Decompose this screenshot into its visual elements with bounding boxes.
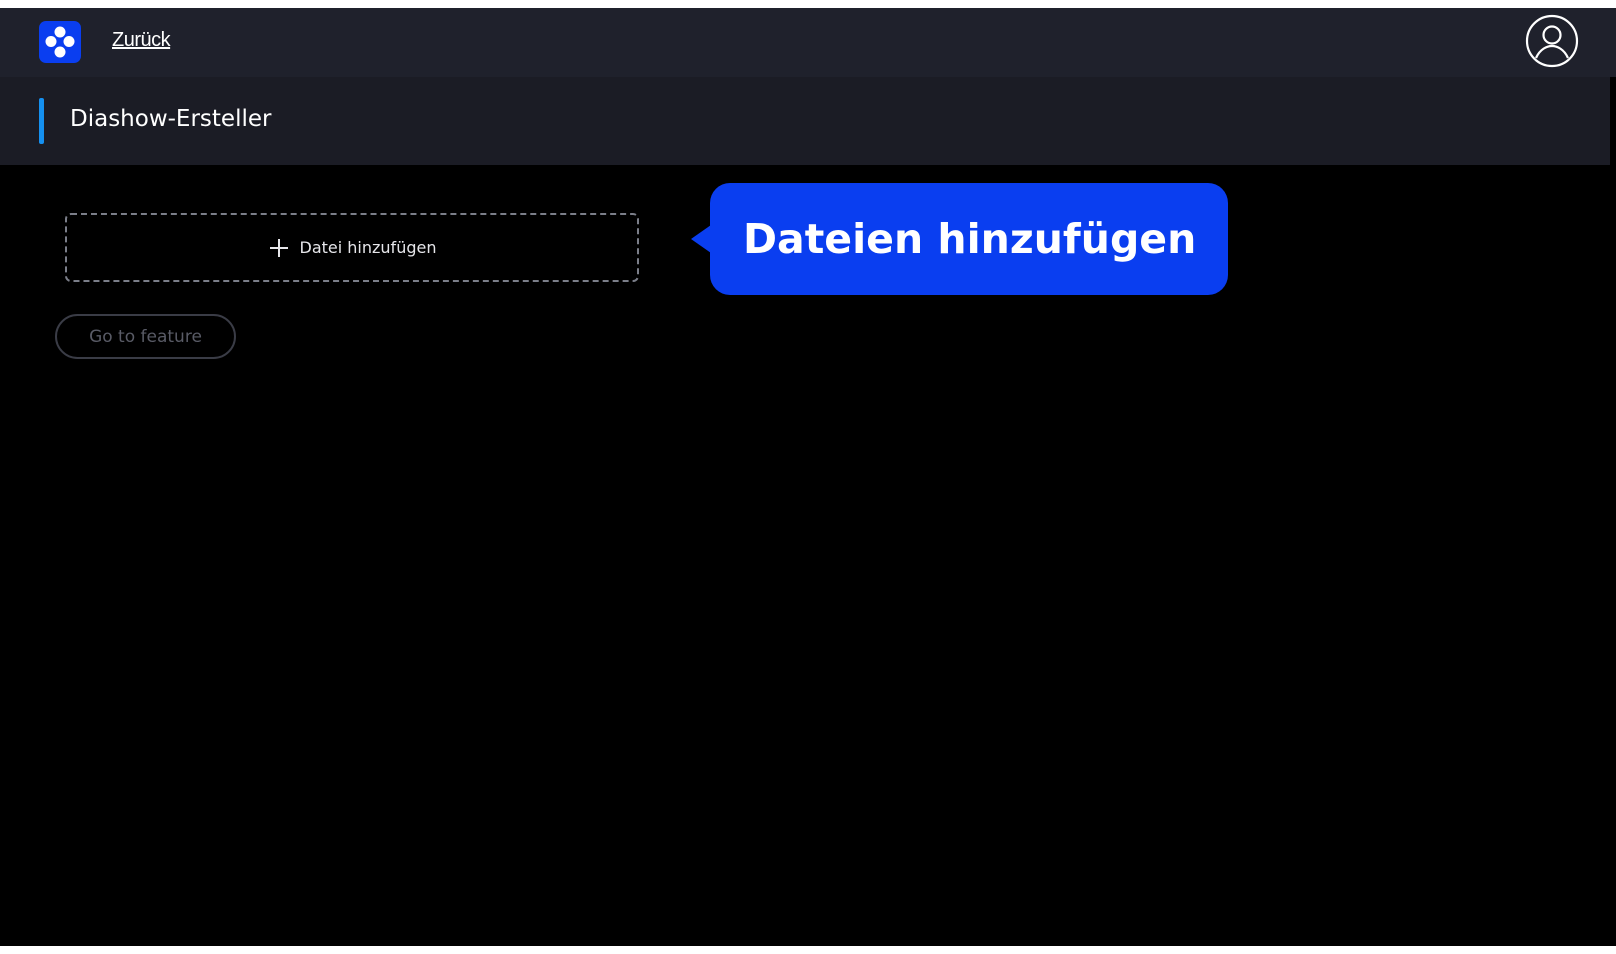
add-file-dropzone[interactable]: Datei hinzufügen (65, 213, 639, 282)
user-account-icon[interactable] (1525, 14, 1579, 68)
tooltip-text: Dateien hinzufügen (743, 215, 1197, 263)
add-file-label: Datei hinzufügen (299, 238, 437, 257)
back-link[interactable]: Zurück (112, 29, 171, 52)
top-navigation-bar: Zurück (0, 8, 1616, 77)
tooltip-arrow (691, 225, 711, 253)
app-window: Zurück Diashow-Ersteller Datei hinzufüge… (0, 8, 1616, 946)
title-accent-bar (39, 98, 44, 144)
tooltip-callout: Dateien hinzufügen (691, 183, 1228, 295)
plus-icon (269, 238, 288, 257)
flower-logo-icon[interactable] (39, 21, 81, 63)
go-to-feature-button[interactable]: Go to feature (55, 314, 236, 359)
page-title: Diashow-Ersteller (70, 106, 272, 132)
page-header: Diashow-Ersteller (0, 77, 1610, 165)
